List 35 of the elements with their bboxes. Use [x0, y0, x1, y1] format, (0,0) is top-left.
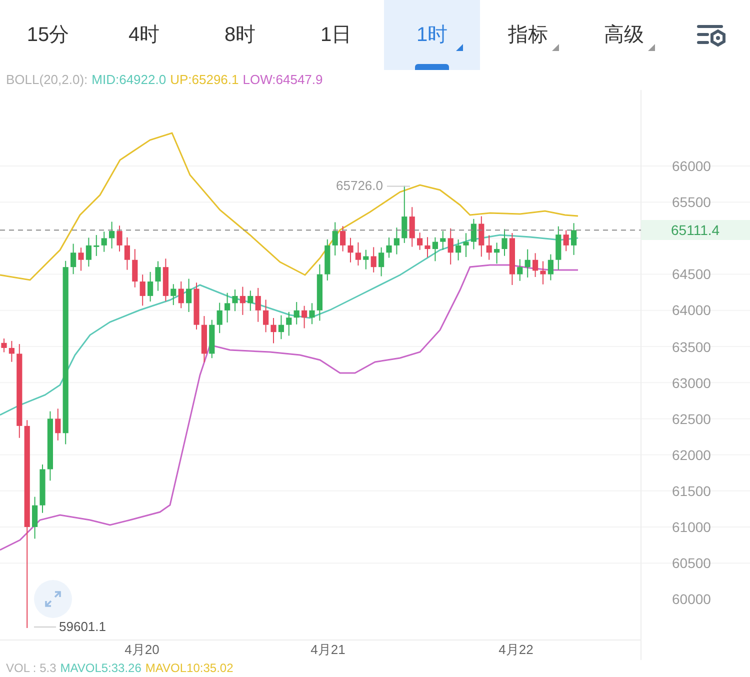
timeframe-tab[interactable]: 15分 [0, 0, 96, 70]
price-axis-label: 60000 [672, 591, 711, 608]
price-axis-label: 60500 [672, 555, 711, 572]
price-axis-label: 64000 [672, 302, 711, 318]
price-axis-label: 62500 [672, 410, 711, 427]
timeframe-tab[interactable]: 指标 [480, 0, 576, 70]
indicator-value: BOLL(20,2.0): [6, 71, 88, 90]
leader-line [386, 186, 410, 187]
timeframe-tab[interactable]: 高级 [576, 0, 672, 70]
selected-tab-indicator [415, 64, 449, 70]
timeframe-tab[interactable]: 4时 [96, 0, 192, 70]
price-axis-label: 63500 [672, 338, 711, 354]
timeframe-tab[interactable]: 1日 [288, 0, 384, 70]
price-axis-label: 61000 [672, 519, 711, 535]
indicator-value: UP:65296.1 [170, 71, 239, 90]
indicator-value: LOW:64547.9 [242, 71, 323, 90]
current-price-label: 65111.4 [641, 220, 750, 240]
indicator-value: VOL : 5.3 [6, 661, 56, 675]
price-axis-label: 62000 [672, 446, 711, 463]
price-axis-label: 66000 [672, 158, 711, 174]
time-axis-label: 4月20 [124, 642, 160, 658]
indicator-value: MAVOL10:35.02 [145, 661, 234, 675]
low-price-label: 59601.1 [59, 619, 106, 635]
indicator-value: MID:64922.0 [92, 71, 166, 90]
leader-line [34, 626, 56, 628]
high-price-label: 65726.0 [336, 178, 383, 194]
price-axis-label: 61500 [672, 482, 711, 499]
indicator-value: MAVOL5:33.26 [60, 661, 142, 675]
price-axis-label: 63000 [672, 374, 711, 391]
timeframe-tab[interactable]: 8时 [192, 0, 288, 70]
price-axis-label: 64500 [672, 266, 711, 282]
time-axis-label: 4月21 [310, 642, 346, 658]
price-axis-label: 65500 [672, 194, 711, 210]
time-axis-label: 4月22 [498, 642, 534, 658]
timeframe-tab[interactable]: 1时 [384, 0, 480, 70]
